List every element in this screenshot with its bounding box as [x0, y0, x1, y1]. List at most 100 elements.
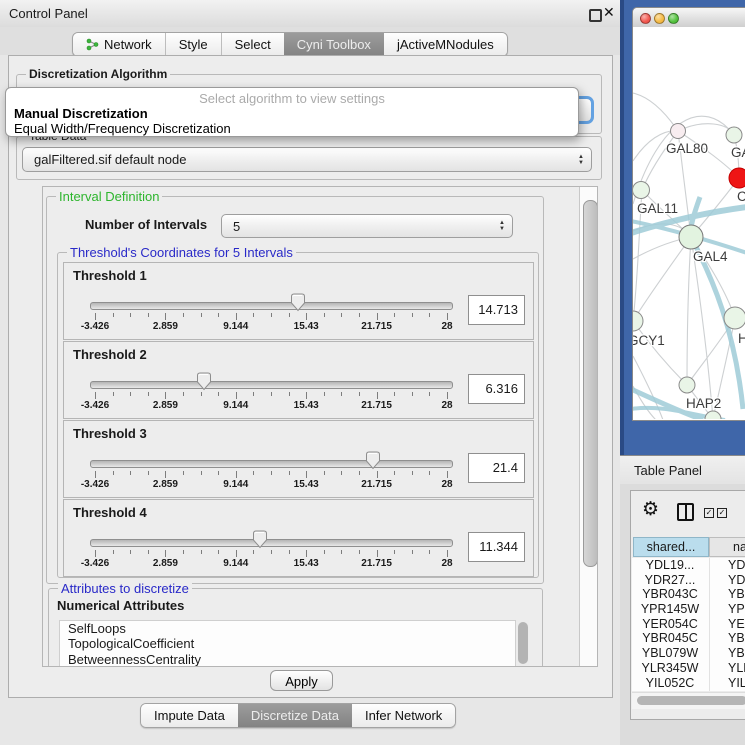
tab-jactivemnodules[interactable]: jActiveMNodules: [384, 33, 507, 56]
settings-vertical-scrollbar[interactable]: [579, 187, 598, 666]
network-canvas[interactable]: GAL80GACGAL11GAL4GCY1HHAP2: [633, 27, 745, 419]
tab-label: jActiveMNodules: [397, 33, 494, 56]
gear-icon[interactable]: ⚙: [642, 500, 659, 519]
scrollbar-thumb[interactable]: [637, 696, 745, 705]
threshold-value-field[interactable]: 6.316: [468, 374, 525, 404]
network-node-gal80[interactable]: [671, 124, 686, 139]
slider-tick: [271, 471, 272, 475]
threshold-value-field[interactable]: 11.344: [468, 532, 525, 562]
slider-tick-label: 2.859: [153, 558, 178, 569]
slider-tick: [253, 550, 254, 554]
threshold-slider-thumb[interactable]: [365, 451, 381, 470]
slider-tick: [201, 313, 202, 317]
apply-button[interactable]: Apply: [270, 670, 333, 691]
top-tab-bar: NetworkStyle Select Cyni Toolbox jActiveMNo…: [72, 32, 508, 57]
slider-tick: [429, 313, 430, 317]
tab-impute-data[interactable]: Impute Data: [141, 704, 238, 727]
table-row[interactable]: YPR145WYPR1: [632, 602, 745, 617]
threshold-slider-track[interactable]: [90, 302, 453, 310]
slider-tick: [324, 550, 325, 554]
name-cell: YDR2: [728, 573, 745, 588]
tab-infer-network[interactable]: Infer Network: [352, 704, 455, 727]
node-label: H: [738, 331, 745, 346]
dropdown-option-manual[interactable]: Manual Discretization: [14, 106, 148, 121]
table-row[interactable]: YBR045CYBR0: [632, 631, 745, 646]
tab-discretize-data[interactable]: Discretize Data: [238, 704, 352, 727]
close-traffic-light[interactable]: [640, 13, 651, 24]
window-title: Control Panel: [9, 6, 88, 21]
attributes-group-label: Attributes to discretize: [58, 581, 192, 596]
table-row[interactable]: YDR27...YDR2: [632, 573, 745, 588]
threshold-slider-thumb[interactable]: [290, 293, 306, 312]
numerical-attributes-list[interactable]: SelfLoopsTopologicalCoefficientBetweenne…: [59, 620, 516, 667]
slider-tick: [130, 471, 131, 475]
attribute-list-item[interactable]: SelfLoops: [60, 621, 515, 636]
tab-style[interactable]: Style: [165, 33, 221, 56]
columns-icon[interactable]: [677, 503, 694, 521]
num-intervals-value: 5: [233, 215, 240, 238]
threshold-slider-track[interactable]: [90, 539, 453, 547]
table-horizontal-scrollbar[interactable]: [632, 692, 745, 709]
slider-tick: [148, 313, 149, 317]
shared-name-cell: YBL079W: [632, 646, 708, 661]
threshold-slider-thumb[interactable]: [252, 530, 268, 549]
tab-network[interactable]: Network: [73, 33, 165, 56]
slider-tick: [236, 392, 237, 399]
slider-tick: [218, 313, 219, 317]
threshold-slider-track[interactable]: [90, 460, 453, 468]
slider-tick: [236, 313, 237, 320]
network-node-gal11[interactable]: [633, 182, 650, 199]
network-node-ga[interactable]: [726, 127, 742, 143]
table-row[interactable]: YBR043CYBR0: [632, 587, 745, 602]
network-node-hap2[interactable]: [679, 377, 695, 393]
tab-label: Select: [235, 33, 271, 56]
scrollbar-thumb[interactable]: [583, 200, 598, 567]
tab-cyni-toolbox[interactable]: Cyni Toolbox: [284, 33, 384, 56]
network-node-gcy1[interactable]: [633, 311, 643, 331]
table-row[interactable]: YIL052CYIL0: [632, 676, 745, 691]
slider-tick: [218, 392, 219, 396]
node-table-rows[interactable]: YDL19...YDL1YDR27...YDR2YBR043CYBR0YPR14…: [632, 558, 745, 691]
column-header-name[interactable]: na: [709, 537, 745, 557]
slider-tick-label: 21.715: [361, 558, 392, 569]
dropdown-option-equal-width[interactable]: Equal Width/Frequency Discretization: [14, 121, 231, 136]
float-window-icon[interactable]: [589, 9, 602, 22]
network-node-gal4[interactable]: [679, 225, 703, 249]
num-intervals-combobox[interactable]: 5 ▲▼: [221, 214, 513, 238]
column-header-shared-name[interactable]: shared...: [633, 537, 709, 557]
attribute-list-item[interactable]: BetweennessCentrality: [60, 652, 515, 667]
slider-tick: [236, 471, 237, 478]
node-label: HAP2: [686, 396, 721, 411]
table-data-combobox[interactable]: galFiltered.sif default node ▲▼: [22, 147, 592, 172]
threshold-value-field[interactable]: 14.713: [468, 295, 525, 325]
table-row[interactable]: YBL079WYBL0: [632, 646, 745, 661]
table-row[interactable]: YER054CYER0: [632, 617, 745, 632]
slider-tick-label: 9.144: [223, 400, 248, 411]
table-row[interactable]: YLR345WYLR3: [632, 661, 745, 676]
minimize-traffic-light[interactable]: [654, 13, 665, 24]
threshold-slider-track[interactable]: [90, 381, 453, 389]
close-icon[interactable]: ✕: [603, 4, 615, 21]
slider-tick: [359, 392, 360, 396]
threshold-slider-thumb[interactable]: [196, 372, 212, 391]
threshold-label: Threshold 1: [73, 268, 147, 283]
slider-tick: [95, 550, 96, 557]
threshold-value-field[interactable]: 21.4: [468, 453, 525, 483]
network-node-c[interactable]: [729, 168, 745, 188]
tab-select[interactable]: Select: [221, 33, 284, 56]
checkbox-icon[interactable]: ✓: [704, 508, 714, 518]
slider-tick: [289, 550, 290, 554]
zoom-traffic-light[interactable]: [668, 13, 679, 24]
name-cell: YDL1: [728, 558, 745, 573]
slider-tick: [377, 313, 378, 320]
network-node-h[interactable]: [724, 307, 745, 329]
attributes-list-scrollbar[interactable]: [516, 620, 529, 667]
slider-tick-label: 28: [441, 479, 452, 490]
attribute-list-item[interactable]: TopologicalCoefficient: [60, 636, 515, 651]
table-row[interactable]: YDL19...YDL1: [632, 558, 745, 573]
slider-tick: [412, 550, 413, 554]
slider-tick: [165, 313, 166, 320]
algorithm-dropdown-popup: Select algorithm to view settings Manual…: [5, 87, 579, 137]
slider-tick: [95, 471, 96, 478]
checkbox-icon[interactable]: ✓: [717, 508, 727, 518]
